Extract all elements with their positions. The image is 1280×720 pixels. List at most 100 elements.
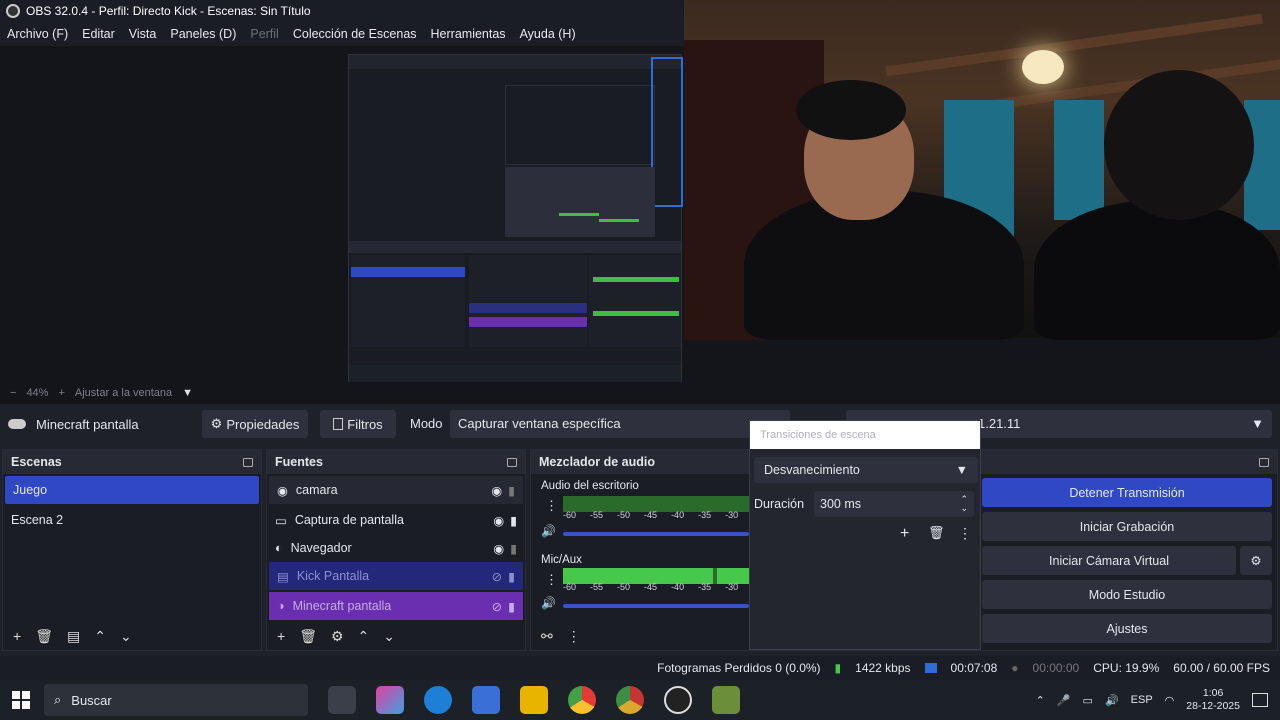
network-icon[interactable]: ▭ [1083,694,1093,707]
speaker-icon[interactable]: 🔊 [541,524,556,538]
up-arrow-icon[interactable]: ⌃ [94,628,106,645]
mode-select[interactable]: Capturar ventana específica [450,410,790,438]
source-item[interactable]: ◑ Minecraft pantalla ⊘ ▮ [269,592,523,620]
scene-transitions-panel: Transiciones de escena Desvanecimiento ▼… [749,420,981,650]
chevron-down-icon: ▼ [955,463,968,477]
source-item[interactable]: ▤ Kick Pantalla ⊘ ▮ [269,562,523,590]
selected-source-name: Minecraft pantalla [36,416,139,432]
minecraft-icon[interactable] [712,686,740,714]
scene-item[interactable]: Escena 2 [3,506,261,534]
record-time: 00:00:00 [1032,661,1080,675]
volume-slider[interactable] [563,532,749,536]
notification-icon[interactable] [1252,693,1268,707]
lock-icon[interactable]: ▮ [508,599,515,614]
add-icon[interactable]: + [277,628,285,644]
wifi-icon[interactable]: ◠ [1165,694,1175,707]
menu-ayuda[interactable]: Ayuda (H) [513,27,583,41]
chrome-profile-icon[interactable] [616,686,644,714]
task-view-icon[interactable] [328,686,356,714]
stop-stream-button[interactable]: Detener Transmisión [982,478,1272,507]
scenes-dock: Escenas Juego Escena 2 + 🗑 ▤ ⌃ ⌄ [2,449,262,651]
scene-item[interactable]: Juego [5,476,259,504]
signal-icon: ▮ [834,661,842,675]
source-item[interactable]: ◉ camara ◉ ▮ [269,476,523,504]
chrome-icon[interactable] [568,686,596,714]
status-bar: Fotogramas Perdidos 0 (0.0%) ▮ 1422 kbps… [0,656,1280,680]
filters-button[interactable]: Filtros [320,410,396,438]
undock-icon[interactable] [243,457,253,467]
zoom-fit[interactable]: Ajustar a la ventana [75,387,172,399]
obs-logo-icon [6,4,20,18]
volume-icon[interactable]: 🔊 [1105,694,1119,707]
copilot-icon[interactable] [376,686,404,714]
menu-archivo[interactable]: Archivo (F) [0,27,75,41]
sources-dock: Fuentes ◉ camara ◉ ▮ ▭ Captura de pantal… [266,449,526,651]
language-indicator[interactable]: ESP [1131,694,1153,706]
scenes-title: Escenas [11,455,62,469]
trash-icon[interactable]: 🗑 [35,628,53,645]
chevron-up-icon[interactable]: ⌃ [1036,694,1045,707]
menu-paneles[interactable]: Paneles (D) [163,27,243,41]
studio-mode-button[interactable]: Modo Estudio [982,580,1272,609]
lock-icon[interactable]: ▮ [510,541,517,556]
search-icon: ⌕ [54,692,62,707]
trash-icon[interactable]: 🗑 [299,628,317,645]
obs-taskbar-icon[interactable] [664,686,692,714]
menu-vista[interactable]: Vista [122,27,164,41]
lamp-light [1022,50,1064,84]
menu-herramientas[interactable]: Herramientas [424,27,513,41]
more-options-icon[interactable]: ⋮ [567,628,581,645]
volume-slider[interactable] [563,604,749,608]
link-icon[interactable]: ⚯ [541,628,553,645]
up-arrow-icon[interactable]: ⌃ [358,628,370,645]
menu-editar[interactable]: Editar [75,27,122,41]
source-item[interactable]: ▭ Captura de pantalla ◉ ▮ [267,506,525,534]
zoom-in-button[interactable]: + [58,387,64,399]
down-arrow-icon[interactable]: ⌄ [120,628,132,645]
menu-coleccion[interactable]: Colección de Escenas [286,27,424,41]
down-arrow-icon[interactable]: ⌄ [383,628,395,645]
mixer-title: Mezclador de audio [539,455,655,469]
zoom-dropdown-icon[interactable]: ▼ [182,387,193,399]
file-explorer-icon[interactable] [520,686,548,714]
eye-hidden-icon[interactable]: ⊘ [492,599,502,614]
windows-start-icon[interactable] [12,691,30,709]
source-item[interactable]: ◐ Navegador ◉ ▮ [267,534,525,562]
transition-select[interactable]: Desvanecimiento ▼ [754,457,978,483]
edge-icon[interactable] [424,686,452,714]
eye-icon[interactable]: ◉ [493,513,504,528]
properties-button[interactable]: ⚙ Propiedades [202,410,308,438]
eye-icon[interactable]: ◉ [491,483,502,498]
zoom-out-button[interactable]: − [10,387,16,399]
menu-bar: Archivo (F) Editar Vista Paneles (D) Per… [0,22,684,46]
more-options-icon[interactable]: ⋮ [958,525,972,542]
speaker-icon[interactable]: 🔊 [541,596,556,610]
store-icon[interactable] [472,686,500,714]
spin-arrows-icon[interactable]: ⌃ ⌄ [960,495,968,513]
lock-icon[interactable]: ▮ [510,513,517,528]
start-recording-button[interactable]: Iniciar Grabación [982,512,1272,541]
trash-icon[interactable]: 🗑 [928,525,945,541]
lock-icon[interactable]: ▮ [508,569,515,584]
duration-spinbox[interactable]: 300 ms ⌃ ⌄ [814,491,974,517]
record-icon: ● [1011,661,1019,675]
settings-button[interactable]: Ajustes [982,614,1272,643]
more-options-icon[interactable]: ⋮ [545,498,558,514]
nested-screen-capture [348,54,683,382]
gear-icon[interactable]: ⚙ [331,628,344,645]
virtual-camera-gear-icon[interactable]: ⚙ [1240,546,1272,575]
eye-icon[interactable]: ◉ [493,541,504,556]
undock-icon[interactable] [507,457,517,467]
add-icon[interactable]: + [13,628,21,644]
virtual-camera-button[interactable]: Iniciar Cámara Virtual [982,546,1236,575]
scene-filter-icon[interactable]: ▤ [67,628,80,645]
menu-perfil[interactable]: Perfil [243,27,285,41]
eye-hidden-icon[interactable]: ⊘ [492,569,502,584]
lock-icon[interactable]: ▮ [508,483,515,498]
taskbar-search[interactable]: ⌕ Buscar [44,684,308,716]
add-icon[interactable]: + [900,525,909,543]
more-options-icon[interactable]: ⋮ [545,572,558,588]
undock-icon[interactable] [1259,457,1269,467]
microphone-icon[interactable]: 🎤 [1057,694,1071,707]
clock[interactable]: 1:06 28-12-2025 [1186,687,1240,713]
